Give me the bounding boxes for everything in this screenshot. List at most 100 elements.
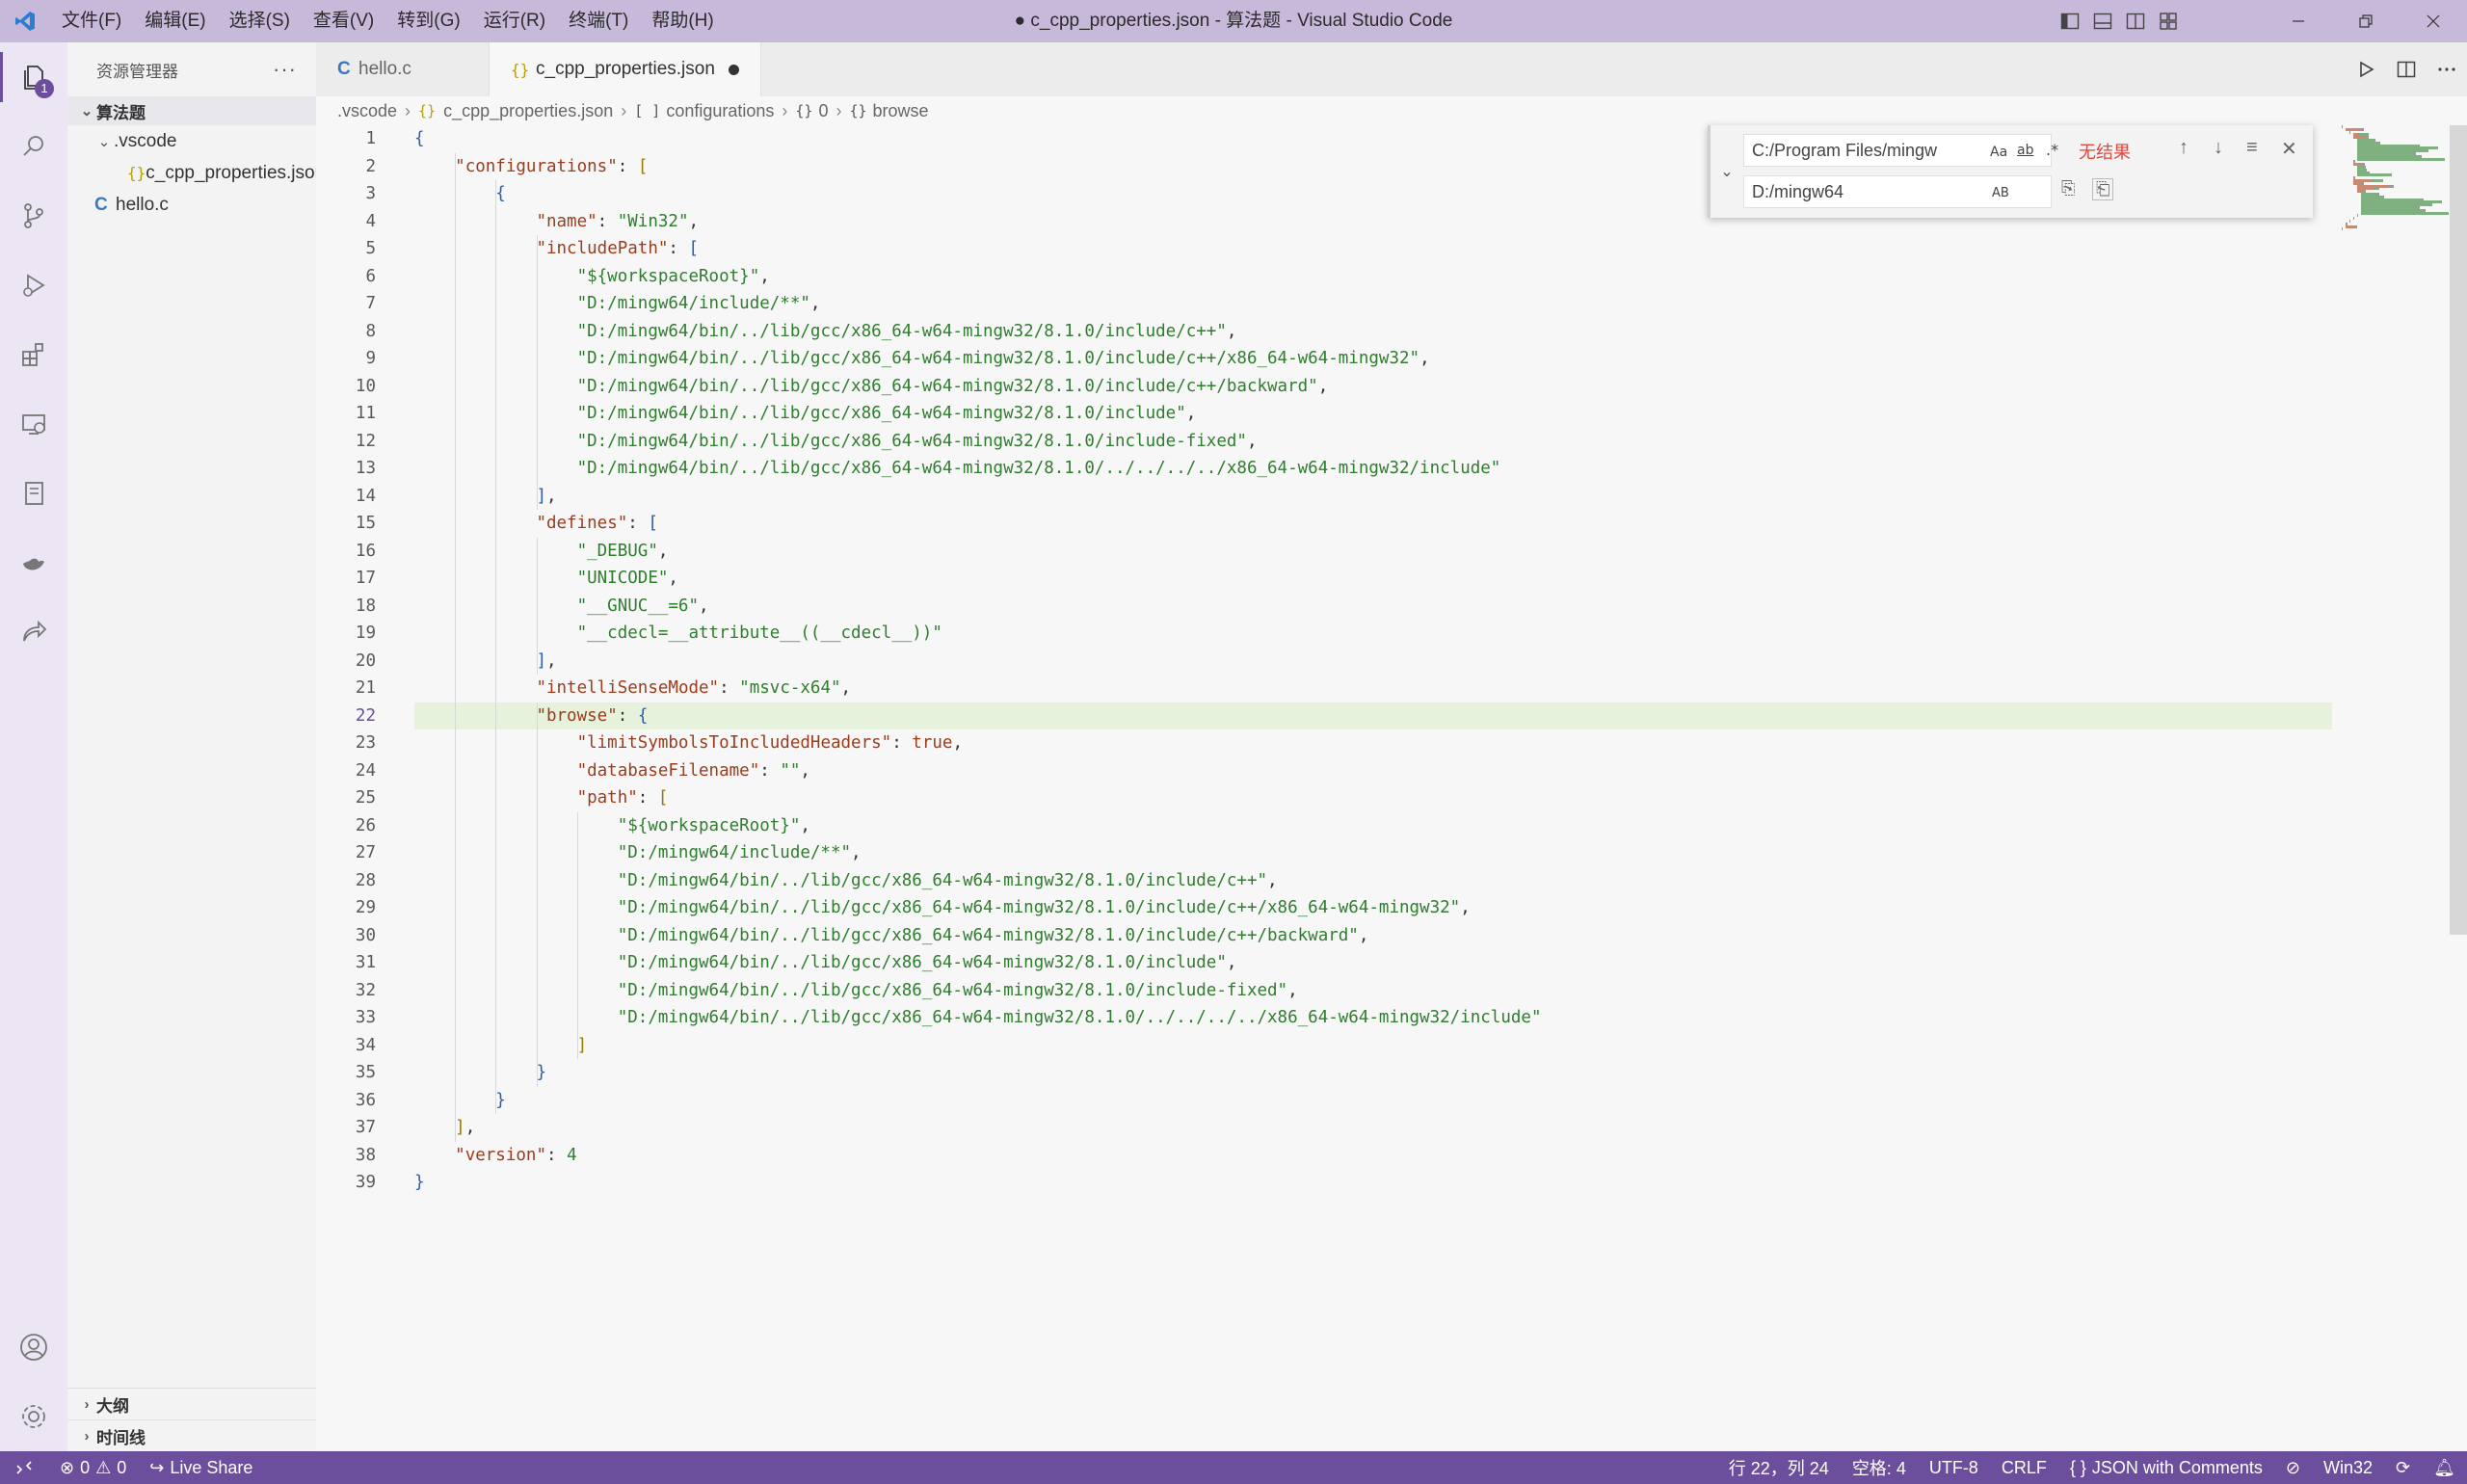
- run-file-icon[interactable]: [2355, 59, 2376, 80]
- timeline-section[interactable]: › 时间线: [67, 1419, 316, 1451]
- end-of-line[interactable]: CRLF: [1990, 1458, 2058, 1478]
- menu-item[interactable]: 转到(G): [385, 0, 471, 42]
- run-debug-activity[interactable]: [0, 251, 67, 320]
- toggle-primary-sidebar-icon[interactable]: [2060, 12, 2080, 31]
- language-mode[interactable]: { } JSON with Comments: [2058, 1458, 2274, 1478]
- problems-indicator[interactable]: ⊗ 0 ⚠ 0: [48, 1458, 138, 1478]
- notebook-activity[interactable]: [0, 459, 67, 528]
- menu-item[interactable]: 编辑(E): [133, 0, 217, 42]
- code-line[interactable]: 21 "intelliSenseMode": "msvc-x64",: [316, 675, 2436, 702]
- code-line[interactable]: 37 ],: [316, 1114, 2436, 1142]
- code-line[interactable]: 19 "__cdecl=__attribute__((__cdecl__))": [316, 620, 2436, 648]
- code-line[interactable]: 11 "D:/mingw64/bin/../lib/gcc/x86_64-w64…: [316, 400, 2436, 428]
- preserve-case-toggle[interactable]: AB: [1992, 186, 2009, 200]
- menu-item[interactable]: 文件(F): [50, 0, 133, 42]
- code-line[interactable]: 32 "D:/mingw64/bin/../lib/gcc/x86_64-w64…: [316, 977, 2436, 1005]
- more-icon[interactable]: [2436, 59, 2457, 80]
- tab-c-cpp-properties[interactable]: {} c_cpp_properties.json: [490, 42, 761, 96]
- code-line[interactable]: 8 "D:/mingw64/bin/../lib/gcc/x86_64-w64-…: [316, 318, 2436, 346]
- code-line[interactable]: 5 "includePath": [: [316, 235, 2436, 263]
- regex-toggle[interactable]: .*: [2046, 141, 2058, 159]
- code-line[interactable]: 24 "databaseFilename": "",: [316, 757, 2436, 785]
- indentation[interactable]: 空格: 4: [1841, 1455, 1918, 1480]
- tree-item-vscode-folder[interactable]: ⌄ .vscode: [67, 125, 316, 157]
- code-line[interactable]: 15 "defines": [: [316, 510, 2436, 538]
- replace-one-icon[interactable]: ⎘: [2061, 178, 2075, 199]
- code-line[interactable]: 18 "__GNUC__=6",: [316, 593, 2436, 621]
- breadcrumb-item[interactable]: 0: [818, 101, 828, 121]
- code-line[interactable]: 10 "D:/mingw64/bin/../lib/gcc/x86_64-w64…: [316, 373, 2436, 401]
- encoding[interactable]: UTF-8: [1918, 1458, 1990, 1478]
- more-actions-button[interactable]: ···: [273, 57, 297, 82]
- tree-item-c-cpp-properties[interactable]: {} c_cpp_properties.json: [67, 157, 325, 189]
- breadcrumb-item[interactable]: configurations: [666, 101, 774, 121]
- close-window-button[interactable]: [2400, 0, 2467, 42]
- live-share-activity[interactable]: [0, 597, 67, 667]
- platform-config[interactable]: Win32: [2312, 1458, 2384, 1478]
- explorer-activity[interactable]: 1: [0, 42, 67, 112]
- search-activity[interactable]: [0, 112, 67, 181]
- minimize-button[interactable]: [2265, 0, 2332, 42]
- close-find-icon[interactable]: ✕: [2281, 137, 2297, 161]
- code-line[interactable]: 17 "UNICODE",: [316, 565, 2436, 593]
- breadcrumb-item[interactable]: c_cpp_properties.json: [443, 101, 613, 121]
- code-line[interactable]: 30 "D:/mingw64/bin/../lib/gcc/x86_64-w64…: [316, 922, 2436, 950]
- code-line[interactable]: 14 ],: [316, 483, 2436, 511]
- code-line[interactable]: 36 }: [316, 1087, 2436, 1115]
- accounts-activity[interactable]: [0, 1312, 67, 1382]
- toggle-replace-button[interactable]: ⌄: [1716, 125, 1738, 218]
- find-in-selection-icon[interactable]: ≡: [2246, 137, 2258, 159]
- tab-hello-c[interactable]: C hello.c: [316, 42, 490, 96]
- tree-item-hello-c[interactable]: C hello.c: [67, 189, 316, 221]
- remote-explorer-activity[interactable]: [0, 389, 67, 459]
- extensions-activity[interactable]: [0, 320, 67, 389]
- code-line[interactable]: 27 "D:/mingw64/include/**",: [316, 839, 2436, 867]
- code-line[interactable]: 20 ],: [316, 648, 2436, 676]
- menu-item[interactable]: 终端(T): [557, 0, 640, 42]
- code-line[interactable]: 12 "D:/mingw64/bin/../lib/gcc/x86_64-w64…: [316, 428, 2436, 456]
- breadcrumb-item[interactable]: browse: [873, 101, 929, 121]
- remote-indicator[interactable]: [0, 1451, 48, 1484]
- code-line[interactable]: 26 "${workspaceRoot}",: [316, 812, 2436, 840]
- source-control-activity[interactable]: [0, 181, 67, 251]
- docker-activity[interactable]: [0, 528, 67, 597]
- customize-layout-icon[interactable]: [2159, 12, 2178, 31]
- next-match-icon[interactable]: ↓: [2214, 137, 2223, 159]
- workspace-folder[interactable]: ⌄ 算法题: [67, 96, 316, 125]
- toggle-secondary-sidebar-icon[interactable]: [2126, 12, 2145, 31]
- code-line[interactable]: 34 ]: [316, 1032, 2436, 1060]
- code-line[interactable]: 28 "D:/mingw64/bin/../lib/gcc/x86_64-w64…: [316, 867, 2436, 895]
- menu-item[interactable]: 查看(V): [302, 0, 385, 42]
- match-whole-word-toggle[interactable]: ab: [2017, 143, 2033, 158]
- menu-item[interactable]: 帮助(H): [640, 0, 725, 42]
- code-line[interactable]: 23 "limitSymbolsToIncludedHeaders": true…: [316, 729, 2436, 757]
- toggle-panel-icon[interactable]: [2093, 12, 2112, 31]
- breadcrumb-item[interactable]: .vscode: [337, 101, 397, 121]
- replace-all-icon[interactable]: ⎗: [2092, 178, 2114, 200]
- code-line[interactable]: 39}: [316, 1169, 2436, 1197]
- manage-activity[interactable]: [0, 1382, 67, 1451]
- code-line[interactable]: 6 "${workspaceRoot}",: [316, 263, 2436, 291]
- previous-match-icon[interactable]: ↑: [2179, 137, 2188, 159]
- split-editor-icon[interactable]: [2396, 59, 2417, 80]
- match-case-toggle[interactable]: Aa: [1990, 145, 2007, 160]
- code-editor[interactable]: 1{2 "configurations": [3 {4 "name": "Win…: [316, 125, 2467, 1451]
- code-line[interactable]: 38 "version": 4: [316, 1142, 2436, 1170]
- no-notifications-icon[interactable]: ⊘: [2274, 1458, 2312, 1478]
- vertical-scrollbar[interactable]: [2450, 125, 2467, 935]
- code-line[interactable]: 9 "D:/mingw64/bin/../lib/gcc/x86_64-w64-…: [316, 345, 2436, 373]
- live-share-status[interactable]: ↪ Live Share: [138, 1458, 264, 1478]
- restore-button[interactable]: [2332, 0, 2400, 42]
- minimap[interactable]: [2342, 125, 2449, 231]
- notifications-bell-icon[interactable]: 🔔︎: [2422, 1458, 2467, 1478]
- outline-section[interactable]: › 大纲: [67, 1388, 316, 1419]
- code-line[interactable]: 29 "D:/mingw64/bin/../lib/gcc/x86_64-w64…: [316, 894, 2436, 922]
- cursor-position[interactable]: 行 22，列 24: [1717, 1455, 1841, 1480]
- code-line[interactable]: 33 "D:/mingw64/bin/../lib/gcc/x86_64-w64…: [316, 1004, 2436, 1032]
- menu-item[interactable]: 选择(S): [218, 0, 302, 42]
- code-line[interactable]: 16 "_DEBUG",: [316, 538, 2436, 566]
- code-line[interactable]: 13 "D:/mingw64/bin/../lib/gcc/x86_64-w64…: [316, 455, 2436, 483]
- code-line[interactable]: 22 "browse": {: [316, 702, 2436, 730]
- unsaved-dot-icon[interactable]: [728, 64, 739, 75]
- sync-icon[interactable]: ⟳: [2384, 1458, 2422, 1478]
